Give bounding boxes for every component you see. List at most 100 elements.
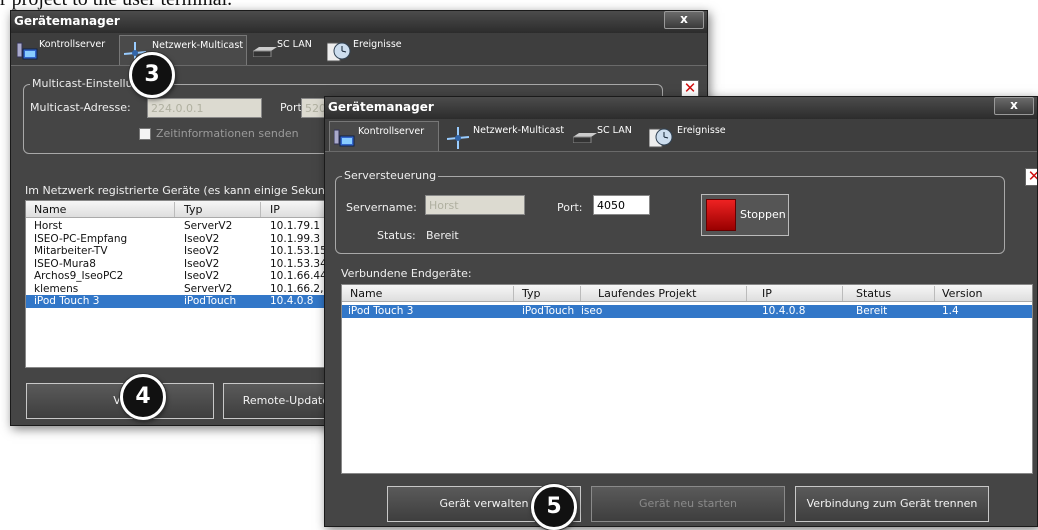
column-header-ip[interactable]: IP	[762, 287, 772, 300]
table-cell: ServerV2	[184, 220, 233, 232]
table-cell: iPodTouch	[522, 305, 575, 317]
stop-icon	[706, 199, 736, 231]
tab-ereignisse[interactable]: Ereignisse	[323, 35, 403, 67]
close-button[interactable]: x	[994, 97, 1034, 115]
status-label: Status:	[377, 229, 416, 242]
tab-label: Ereignisse	[677, 125, 726, 136]
table-cell: ISEO-PC-Empfang	[34, 232, 128, 245]
column-header-typ[interactable]: Typ	[184, 203, 203, 216]
network-antenna-icon	[446, 127, 470, 149]
tab-bar: Kontrollserver Netzwerk-Multicast SC LAN…	[325, 119, 1037, 153]
table-cell: Archos9_IseoPC2	[34, 270, 124, 282]
server-monitor-icon	[16, 41, 39, 60]
table-row[interactable]: iPod Touch 3 iPodTouch 10.4.0.8	[26, 295, 344, 308]
title-bar: Gerätemanager x	[11, 11, 707, 33]
column-header-typ[interactable]: Typ	[522, 287, 541, 300]
table-cell: 10.4.0.8	[270, 295, 314, 307]
network-switch-icon	[572, 133, 597, 151]
table-cell: IseoV2	[184, 270, 220, 282]
table-row[interactable]: ISEO-Mura8 IseoV2 10.1.53.34	[26, 258, 344, 271]
column-separator	[513, 286, 514, 301]
port-label: Port:	[557, 201, 583, 214]
column-header-status[interactable]: Status	[856, 287, 891, 300]
multicast-address-label: Multicast-Adresse:	[30, 101, 131, 114]
tab-label: SC LAN	[597, 125, 632, 136]
group-legend: Serversteuerung	[342, 169, 439, 182]
table-cell: IseoV2	[184, 232, 220, 245]
table-cell: Mitarbeiter-TV	[34, 245, 108, 257]
port-field[interactable]: 4050	[593, 195, 650, 215]
table-cell: 10.1.53.34	[270, 257, 327, 270]
table-cell: iPodTouch	[184, 295, 237, 307]
tab-kontrollserver[interactable]: Kontrollserver	[13, 35, 117, 67]
server-panel: Serversteuerung Servername: Horst Port: …	[325, 151, 1037, 526]
clock-document-icon	[648, 127, 673, 148]
connected-devices-caption: Verbundene Endgeräte:	[341, 267, 472, 280]
tab-kontrollserver[interactable]: Kontrollserver	[329, 121, 439, 153]
table-row[interactable]: klemens ServerV2 10.1.66.2,1	[26, 283, 344, 296]
devices-caption: Im Netzwerk registrierte Geräte (es kann…	[25, 184, 344, 197]
column-separator	[842, 286, 843, 301]
stop-server-button[interactable]: Stoppen	[701, 194, 789, 236]
device-manager-window-front: Gerätemanager x Kontrollserver Netzwerk-…	[324, 96, 1038, 527]
time-info-checkbox[interactable]	[139, 128, 151, 140]
servername-field[interactable]: Horst	[425, 195, 525, 215]
window-title: Gerätemanager	[14, 14, 120, 28]
tab-label: Kontrollserver	[358, 126, 425, 137]
tab-sc-lan[interactable]: SC LAN	[249, 35, 321, 67]
title-bar: Gerätemanager x	[325, 97, 1037, 119]
tab-label: Ereignisse	[353, 39, 402, 50]
table-header: Name Typ Laufendes Projekt IP Status Ver…	[342, 285, 1032, 302]
step-marker-3: 3	[129, 52, 175, 98]
table-row[interactable]: Archos9_IseoPC2 IseoV2 10.1.66.44	[26, 270, 344, 283]
restart-device-button[interactable]: Gerät neu starten	[591, 486, 785, 522]
tab-label: Netzwerk-Multicast	[473, 125, 565, 136]
tab-bar: Kontrollserver Netzwerk-Multicast SC LAN…	[11, 33, 707, 67]
table-cell: 10.4.0.8	[762, 305, 806, 317]
clock-document-icon	[326, 41, 351, 62]
servername-label: Servername:	[346, 201, 417, 214]
table-cell: iPod Touch 3	[34, 295, 100, 307]
table-cell: iseo	[581, 305, 603, 317]
column-header-name[interactable]: Name	[350, 287, 382, 300]
table-cell: Bereit	[856, 305, 888, 317]
column-separator	[746, 286, 747, 301]
table-cell: 10.1.66.44	[270, 270, 327, 282]
column-header-ip[interactable]: IP	[270, 203, 280, 216]
table-cell: 10.1.99.3	[270, 232, 321, 245]
remove-icon[interactable]: ✕	[1025, 168, 1037, 186]
table-row[interactable]: iPod Touch 3 iPodTouch iseo 10.4.0.8 Bereit 1…	[342, 305, 1032, 318]
column-separator	[934, 286, 935, 301]
column-header-name[interactable]: Name	[34, 203, 66, 216]
table-row[interactable]: Mitarbeiter-TV IseoV2 10.1.53.15	[26, 245, 344, 258]
close-button[interactable]: x	[664, 11, 704, 29]
tab-label: Kontrollserver	[39, 39, 106, 50]
group-legend: Multicast-Einstellu	[30, 77, 135, 90]
tab-netzwerk-multicast[interactable]: Netzwerk-Multicast	[443, 121, 567, 153]
table-cell: klemens	[34, 282, 79, 295]
column-header-version[interactable]: Version	[942, 287, 982, 300]
disconnect-device-button[interactable]: Verbindung zum Gerät trennen	[795, 486, 989, 522]
column-separator	[174, 202, 175, 217]
status-value: Bereit	[426, 229, 459, 242]
time-info-label: Zeitinformationen senden	[156, 127, 299, 140]
connected-devices-table[interactable]: Name Typ Laufendes Projekt IP Status Ver…	[341, 284, 1033, 474]
stop-label: Stoppen	[740, 208, 786, 221]
tab-label: SC LAN	[277, 39, 312, 50]
registered-devices-table[interactable]: Name Typ IP Horst ServerV2 10.1.79.1 ISEO-P…	[25, 200, 345, 368]
table-row[interactable]: Horst ServerV2 10.1.79.1	[26, 220, 344, 233]
table-cell: IseoV2	[184, 245, 220, 257]
multicast-address-field[interactable]: 224.0.0.1	[147, 98, 262, 118]
step-marker-5: 5	[531, 484, 577, 530]
table-cell: 10.1.79.1	[270, 220, 321, 232]
table-cell: 1.4	[942, 305, 959, 317]
table-cell: ISEO-Mura8	[34, 257, 96, 270]
column-header-project[interactable]: Laufendes Projekt	[598, 287, 696, 300]
tab-ereignisse[interactable]: Ereignisse	[645, 121, 735, 153]
column-separator	[260, 202, 261, 217]
tab-sc-lan[interactable]: SC LAN	[569, 121, 643, 153]
network-switch-icon	[252, 47, 277, 65]
table-row[interactable]: ISEO-PC-Empfang IseoV2 10.1.99.3	[26, 233, 344, 246]
column-separator	[580, 286, 581, 301]
table-cell: iPod Touch 3	[348, 305, 414, 317]
